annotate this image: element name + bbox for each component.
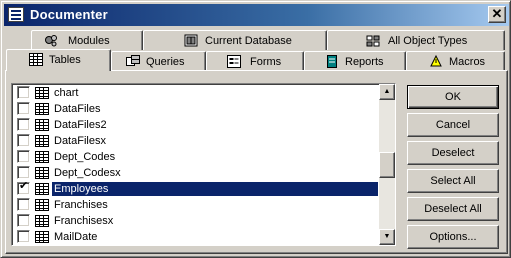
list-item[interactable]: DataFiles2: [14, 117, 380, 133]
tab-current-database[interactable]: Current Database: [143, 30, 327, 50]
checkmark-icon: ✔: [19, 180, 29, 192]
list-item-checkbox[interactable]: [17, 118, 30, 131]
title-bar: Documenter ✕: [4, 4, 509, 26]
table-icon: [35, 183, 49, 195]
list-item-label: DataFilesx: [54, 135, 106, 147]
tab-current-database-label: Current Database: [205, 35, 292, 47]
list-item-label: Dept_Codesx: [54, 167, 121, 179]
table-icon: [35, 119, 49, 131]
tab-forms-label: Forms: [250, 56, 282, 68]
list-item-checkbox[interactable]: [17, 150, 30, 163]
select-all-button[interactable]: Select All: [407, 169, 499, 193]
tab-all-object-types[interactable]: All Object Types: [327, 30, 505, 50]
window-title: Documenter: [30, 7, 108, 22]
list-item-checkbox[interactable]: ✔: [17, 180, 30, 195]
cancel-button[interactable]: Cancel: [407, 113, 499, 137]
scroll-thumb[interactable]: [379, 152, 395, 178]
table-icon: [35, 103, 49, 115]
table-icon: [35, 231, 49, 243]
list-item-checkbox[interactable]: [17, 214, 30, 227]
list-item-checkbox[interactable]: [17, 134, 30, 147]
list-item-label: chart: [54, 87, 79, 99]
options-button[interactable]: Options...: [407, 225, 499, 249]
tab-modules[interactable]: Modules: [31, 30, 143, 50]
list-item[interactable]: DataFilesx: [14, 133, 380, 149]
table-icon: [35, 151, 49, 163]
list-item[interactable]: chart: [14, 85, 380, 101]
tab-forms[interactable]: Forms: [206, 51, 304, 71]
ok-button[interactable]: OK: [407, 85, 499, 109]
table-icon: [35, 135, 49, 147]
table-icon: [35, 167, 49, 179]
all-object-types-icon: [366, 35, 380, 47]
report-icon: [327, 55, 337, 68]
list-item-checkbox[interactable]: [17, 198, 30, 211]
tab-reports[interactable]: Reports: [304, 51, 406, 71]
close-button[interactable]: ✕: [488, 6, 506, 23]
scroll-up-icon[interactable]: ▲: [379, 84, 395, 100]
list-item-checkbox[interactable]: [17, 86, 30, 99]
macro-icon: [430, 55, 442, 67]
list-item-label: MailDate: [54, 231, 98, 243]
tab-reports-label: Reports: [345, 56, 384, 68]
list-item[interactable]: ✔ Employees: [14, 180, 380, 197]
list-item-checkbox[interactable]: [17, 230, 30, 243]
list-item[interactable]: Franchises: [14, 197, 380, 213]
table-icon: [35, 199, 49, 211]
documenter-app-icon: [8, 7, 24, 22]
list-scrollbar[interactable]: ▲ ▼: [379, 84, 395, 245]
list-item[interactable]: MailDate: [14, 229, 380, 245]
table-icon: [29, 53, 43, 66]
tab-queries[interactable]: Queries: [111, 51, 206, 71]
documenter-dialog: Documenter ✕ Modules Current Database Al…: [0, 0, 511, 258]
deselect-all-button[interactable]: Deselect All: [407, 197, 499, 221]
list-item[interactable]: Dept_Codesx: [14, 165, 380, 181]
list-item-checkbox[interactable]: [17, 102, 30, 115]
tab-tables-label: Tables: [49, 54, 81, 66]
list-item[interactable]: DataFiles: [14, 101, 380, 117]
modules-icon: [45, 35, 57, 47]
list-item-label: Employees: [52, 182, 378, 196]
deselect-button[interactable]: Deselect: [407, 141, 499, 165]
tab-queries-label: Queries: [146, 56, 185, 68]
list-item[interactable]: Franchisesx: [14, 213, 380, 229]
tables-list[interactable]: chart DataFiles DataFiles2 DataFilesx De…: [11, 83, 396, 246]
scroll-down-icon[interactable]: ▼: [379, 229, 395, 245]
tab-macros-label: Macros: [449, 56, 486, 68]
list-item-label: Franchisesx: [54, 215, 114, 227]
tab-all-object-types-label: All Object Types: [388, 35, 468, 47]
list-item-label: Dept_Codes: [54, 151, 116, 163]
table-icon: [35, 87, 49, 99]
tab-macros[interactable]: Macros: [406, 51, 505, 71]
tab-tables[interactable]: Tables: [6, 49, 111, 71]
form-icon: [227, 55, 241, 68]
list-item-label: DataFiles: [54, 103, 101, 115]
list-item-label: DataFiles2: [54, 119, 107, 131]
list-item-label: Franchises: [54, 199, 108, 211]
list-item[interactable]: Dept_Codes: [14, 149, 380, 165]
query-icon: [126, 55, 140, 66]
tab-modules-label: Modules: [68, 35, 110, 47]
current-database-icon: [184, 34, 198, 47]
table-icon: [35, 215, 49, 227]
list-item-checkbox[interactable]: [17, 166, 30, 179]
